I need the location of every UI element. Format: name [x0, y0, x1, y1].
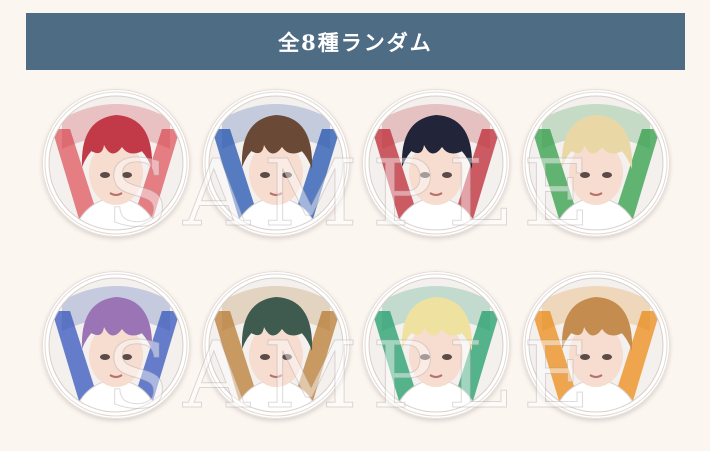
- badge-2: [202, 89, 350, 237]
- badge-art: [44, 273, 188, 417]
- badge-7: [362, 271, 510, 419]
- badge-4: [522, 89, 670, 237]
- badge-8: [522, 271, 670, 419]
- badge-grid: [0, 0, 710, 451]
- badge-art: [204, 273, 348, 417]
- badge-art: [364, 273, 508, 417]
- badge-3: [362, 89, 510, 237]
- badge-art: [364, 91, 508, 235]
- badge-art: [204, 91, 348, 235]
- badge-art: [524, 91, 668, 235]
- badge-6: [202, 271, 350, 419]
- badge-art: [44, 91, 188, 235]
- badge-art: [524, 273, 668, 417]
- badge-5: [42, 271, 190, 419]
- badge-1: [42, 89, 190, 237]
